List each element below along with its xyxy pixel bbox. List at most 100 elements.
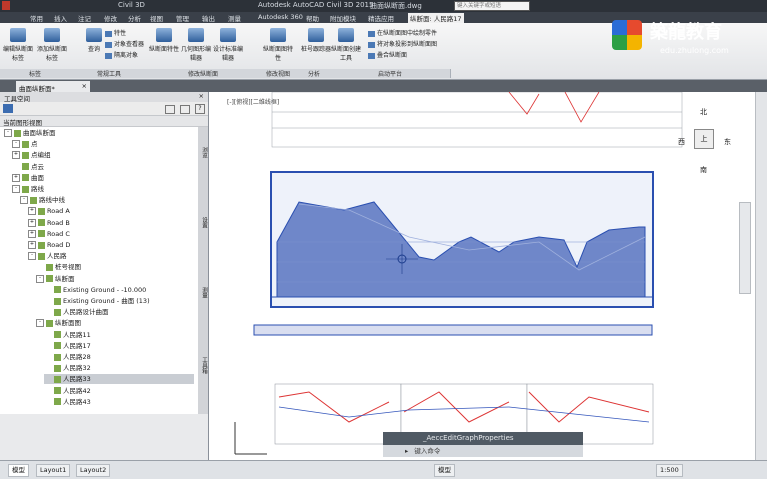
expand-toggle-icon[interactable]: - — [28, 252, 36, 261]
expand-toggle-icon[interactable]: - — [36, 274, 44, 283]
tree-item[interactable]: 人民路42 — [44, 386, 91, 396]
model-space-toggle[interactable]: 模型 — [434, 464, 455, 477]
ribbon-button-8[interactable]: 纵断面创建工具 — [330, 26, 362, 64]
ribbon-tab-13[interactable]: 纵断面: 人民路17 — [408, 13, 464, 23]
tree-item[interactable]: 桩号视图 — [36, 262, 81, 272]
nav-bar[interactable] — [739, 202, 751, 294]
tree-item-label: 路线中线 — [39, 196, 65, 205]
tree-item[interactable]: 人民路17 — [44, 341, 91, 351]
ribbon-small-item-1[interactable]: 对象查看器 — [105, 39, 144, 48]
viewcube-face[interactable]: 上 — [694, 129, 714, 149]
tree-item[interactable]: + Road C — [28, 229, 70, 239]
tree-item[interactable]: + Road D — [28, 240, 70, 250]
expand-toggle-icon[interactable]: + — [12, 173, 20, 182]
tree-item[interactable]: + Road B — [28, 218, 70, 228]
close-icon[interactable]: × — [82, 82, 87, 90]
viewcube[interactable]: 北 西 上 东 南 — [678, 107, 734, 177]
ribbon-tab-10[interactable]: 帮助 — [306, 13, 319, 23]
layout-tab[interactable]: 模型 — [8, 464, 29, 477]
tree-item[interactable]: + Road A — [28, 206, 70, 216]
tree-item[interactable]: 人民路32 — [44, 363, 91, 373]
tree-item[interactable]: - 曲面纵断面 — [4, 128, 56, 138]
help-icon[interactable]: ? — [195, 104, 205, 114]
ribbon-button-3[interactable]: 纵断面特性 — [148, 26, 180, 64]
ribbon-small-item-5[interactable]: 叠合纵断面 — [368, 50, 407, 59]
tree-item[interactable]: - 路线中线 — [20, 195, 65, 205]
tree-item[interactable]: 人民路43 — [44, 397, 91, 407]
tree-item[interactable]: 人民路设计曲面 — [44, 307, 109, 317]
ribbon-tab-1[interactable]: 插入 — [54, 13, 67, 23]
app-logo-icon[interactable] — [2, 1, 10, 10]
ribbon-tab-12[interactable]: 精选应用 — [368, 13, 394, 23]
list-icon[interactable] — [180, 105, 190, 114]
ribbon-tab-5[interactable]: 视图 — [150, 13, 163, 23]
ribbon-tab-8[interactable]: 测量 — [228, 13, 241, 23]
ribbon-tab-6[interactable]: 管理 — [176, 13, 189, 23]
layout-tab[interactable]: Layout2 — [76, 464, 111, 477]
drawing-canvas[interactable]: [-][俯视][二维线框] 北 西 上 东 南 — [209, 92, 755, 460]
expand-toggle-icon[interactable]: + — [28, 207, 36, 216]
toolspace-side-tab[interactable]: 工具箱 — [198, 357, 208, 374]
expand-toggle-icon[interactable]: + — [12, 151, 20, 160]
tree-item[interactable]: - 纵断面图 — [36, 318, 81, 328]
command-line[interactable]: ▸ 键入命令 — [383, 445, 583, 457]
tree-item[interactable]: 点云 — [12, 162, 44, 172]
tree-item[interactable]: 人民路28 — [44, 352, 91, 362]
ribbon-tab-9[interactable]: Autodesk 360 — [258, 13, 303, 23]
ribbon-button-4[interactable]: 几何图形编辑器 — [180, 26, 212, 64]
toolspace-side-tab[interactable]: 测量 — [198, 287, 208, 298]
expand-toggle-icon[interactable]: + — [28, 218, 36, 227]
tree-item[interactable]: Existing Ground - -10.000 — [44, 285, 146, 295]
tree-item[interactable]: + 点编组 — [12, 150, 51, 160]
expand-toggle-icon[interactable]: - — [36, 319, 44, 328]
toolspace-side-tab[interactable]: 浏览 — [198, 147, 208, 158]
compass-west[interactable]: 西 — [678, 137, 685, 147]
view-icon[interactable] — [3, 104, 13, 113]
expand-toggle-icon[interactable]: - — [20, 196, 28, 205]
tree-item[interactable]: Existing Ground - 曲面 (13) — [44, 296, 150, 306]
annotation-scale[interactable]: 1:500 — [656, 464, 683, 477]
document-tab[interactable]: 曲面纵断面* × — [16, 81, 90, 93]
tree-item[interactable]: - 纵断面 — [36, 274, 75, 284]
ribbon-button-0[interactable]: 编辑纵断面标签 — [2, 26, 34, 64]
expand-toggle-icon[interactable]: + — [28, 241, 36, 249]
tree-item[interactable]: 人民路11 — [44, 330, 91, 340]
ribbon-button-6[interactable]: 纵断面图特性 — [262, 26, 294, 64]
ribbon-tab-11[interactable]: 附加模块 — [330, 13, 356, 23]
ribbon-small-item-4[interactable]: 将对象投影到纵断面图 — [368, 39, 437, 48]
ribbon-button-7[interactable]: 桩号跟踪器 — [300, 26, 332, 64]
tree-item-label: 曲面 — [31, 173, 44, 182]
tree-item[interactable]: - 路线 — [12, 184, 44, 194]
tree-item[interactable]: 人民路33 — [44, 374, 194, 385]
compass-north[interactable]: 北 — [700, 107, 707, 117]
refresh-icon[interactable] — [165, 105, 175, 114]
expand-toggle-icon[interactable]: - — [4, 129, 12, 137]
tree-item[interactable]: -点 — [12, 139, 38, 149]
ribbon-small-item-3[interactable]: 在纵断面图中绘制零件 — [368, 28, 437, 37]
expand-toggle-icon[interactable]: - — [12, 140, 20, 149]
compass-east[interactable]: 东 — [724, 137, 731, 147]
ribbon-tab-3[interactable]: 修改 — [104, 13, 117, 23]
compass-south[interactable]: 南 — [700, 165, 707, 175]
layout-tab[interactable]: Layout1 — [36, 464, 71, 477]
tree-node-icon — [46, 263, 53, 271]
ribbon-tab-7[interactable]: 输出 — [202, 13, 215, 23]
probim-text: PROBIM — [633, 425, 695, 441]
tree-item[interactable]: - 人民路 — [28, 251, 67, 261]
toolspace-side-tab[interactable]: 设置 — [198, 217, 208, 228]
tree-item-label: 桩号视图 — [55, 263, 81, 272]
ribbon-small-item-2[interactable]: 隔离对象 — [105, 50, 138, 59]
ribbon-small-item-0[interactable]: 特性 — [105, 28, 126, 37]
expand-toggle-icon[interactable]: + — [28, 229, 36, 238]
ribbon-tab-2[interactable]: 注记 — [78, 13, 91, 23]
ribbon-button-5[interactable]: 设计标准编辑器 — [212, 26, 244, 64]
ribbon-tab-4[interactable]: 分析 — [128, 13, 141, 23]
toolspace-view-selector[interactable]: 当前图形视图 — [0, 116, 208, 127]
ribbon-button-1[interactable]: 添加纵断面标签 — [36, 26, 68, 64]
search-input[interactable] — [454, 1, 530, 11]
tree-item-label: 点编组 — [31, 151, 51, 160]
expand-toggle-icon[interactable]: - — [12, 185, 20, 193]
tree-item[interactable]: + 曲面 — [12, 173, 44, 183]
ribbon-tab-0[interactable]: 常用 — [30, 13, 43, 23]
close-icon[interactable]: × — [199, 92, 204, 100]
